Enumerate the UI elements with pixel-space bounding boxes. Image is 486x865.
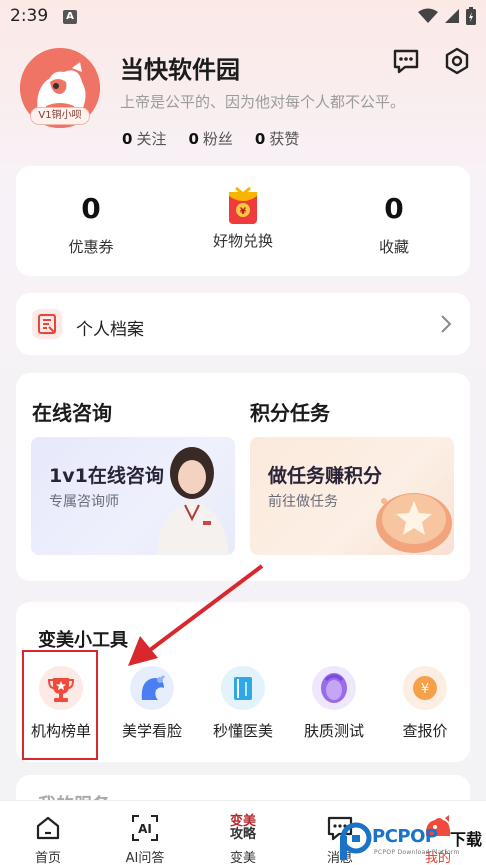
message-icon[interactable] bbox=[391, 46, 421, 76]
ai-icon: AI bbox=[105, 811, 185, 845]
exchange-label: 好物兑换 bbox=[212, 232, 273, 250]
personal-profile-row[interactable]: 个人档案 bbox=[16, 293, 470, 355]
favorites-metric[interactable]: 0 收藏 bbox=[319, 166, 469, 257]
settings-icon[interactable] bbox=[442, 46, 472, 76]
tool-medical-beauty-guide[interactable]: 秒懂医美 bbox=[200, 666, 286, 741]
points-task-title: 积分任务 bbox=[250, 401, 330, 425]
level-badge: V1铜小呗 bbox=[30, 107, 90, 125]
coupons-count: 0 bbox=[81, 192, 101, 225]
stat-following[interactable]: 0 关注 bbox=[122, 128, 166, 149]
consult-banner-subtitle: 专属咨询师 bbox=[49, 494, 119, 510]
home-icon bbox=[8, 811, 88, 845]
wifi-icon bbox=[418, 8, 438, 23]
status-bar: 2:39 A bbox=[0, 0, 486, 34]
beauty-tools-title: 变美小工具 bbox=[38, 630, 128, 651]
tool-label: 查报价 bbox=[402, 722, 448, 740]
favorites-label: 收藏 bbox=[378, 238, 409, 256]
personal-profile-label: 个人档案 bbox=[76, 320, 144, 340]
consult-banner-title: 1v1在线咨询 bbox=[49, 465, 164, 487]
pcpop-logo-icon bbox=[340, 822, 372, 860]
star-coin-icon bbox=[376, 493, 452, 553]
nav-ai[interactable]: AI AI问答 bbox=[105, 801, 185, 865]
nav-home[interactable]: 首页 bbox=[8, 801, 88, 865]
watermark-cn: 下载 bbox=[450, 830, 483, 849]
consultant-photo bbox=[157, 447, 229, 555]
highlight-box bbox=[22, 650, 98, 760]
beauty-icon: 变美 攻略 bbox=[203, 811, 283, 845]
status-icons bbox=[418, 7, 476, 25]
tool-price-check[interactable]: ¥ 查报价 bbox=[382, 666, 468, 741]
online-consult-banner[interactable]: 1v1在线咨询 专属咨询师 bbox=[31, 437, 235, 555]
svg-text:¥: ¥ bbox=[421, 682, 429, 697]
profile-file-icon bbox=[32, 309, 62, 339]
signal-icon bbox=[445, 9, 459, 23]
user-stats: 0 关注 0 粉丝 0 获赞 bbox=[122, 128, 299, 149]
nav-label: AI问答 bbox=[125, 851, 165, 865]
online-consult-title: 在线咨询 bbox=[32, 401, 112, 425]
status-time: 2:39 bbox=[10, 6, 49, 26]
price-icon: ¥ bbox=[403, 666, 447, 710]
tool-aesthetic-face[interactable]: 美学看脸 bbox=[109, 666, 195, 741]
face-icon bbox=[130, 666, 174, 710]
favorites-count: 0 bbox=[384, 192, 404, 225]
stat-fans[interactable]: 0 粉丝 bbox=[188, 128, 232, 149]
metrics-card: 0 优惠券 ¥ 好物兑换 0 收藏 bbox=[16, 166, 470, 276]
tool-label: 秒懂医美 bbox=[212, 722, 273, 740]
task-banner-subtitle: 前往做任务 bbox=[268, 494, 338, 510]
book-icon bbox=[221, 666, 265, 710]
nav-label: 变美 bbox=[229, 851, 256, 865]
user-name: 当快软件园 bbox=[120, 56, 240, 84]
exchange-metric[interactable]: ¥ 好物兑换 bbox=[168, 166, 318, 251]
beauty-icon-text-2: 攻略 bbox=[229, 827, 256, 842]
pcpop-watermark: PCPOP 下载 PCPOP Download Platform bbox=[338, 820, 486, 865]
coupons-label: 优惠券 bbox=[68, 238, 114, 256]
tool-label: 肤质测试 bbox=[303, 722, 364, 740]
watermark-brand: PCPOP bbox=[372, 826, 438, 847]
svg-text:AI: AI bbox=[138, 822, 152, 836]
nav-label: 首页 bbox=[34, 851, 61, 865]
chevron-right-icon bbox=[441, 315, 452, 333]
tool-skin-test[interactable]: 肤质测试 bbox=[291, 666, 377, 741]
points-task-banner[interactable]: 做任务赚积分 前往做任务 bbox=[250, 437, 454, 555]
watermark-sub: PCPOP Download Platform bbox=[374, 849, 460, 856]
skin-icon bbox=[312, 666, 356, 710]
tool-label: 美学看脸 bbox=[121, 722, 182, 740]
gift-icon: ¥ bbox=[168, 186, 318, 226]
coupons-metric[interactable]: 0 优惠券 bbox=[16, 166, 166, 257]
battery-icon bbox=[466, 7, 476, 25]
consult-card: 在线咨询 积分任务 1v1在线咨询 专属咨询师 做任务赚积分 前往做任务 bbox=[16, 373, 470, 581]
notification-icon: A bbox=[63, 10, 77, 24]
nav-beauty[interactable]: 变美 攻略 变美 bbox=[203, 801, 283, 865]
user-motto: 上帝是公平的、因为他对每个人都不公平。 bbox=[120, 93, 406, 111]
stat-likes[interactable]: 0 获赞 bbox=[255, 128, 299, 149]
svg-text:¥: ¥ bbox=[240, 207, 247, 217]
task-banner-title: 做任务赚积分 bbox=[268, 465, 383, 487]
